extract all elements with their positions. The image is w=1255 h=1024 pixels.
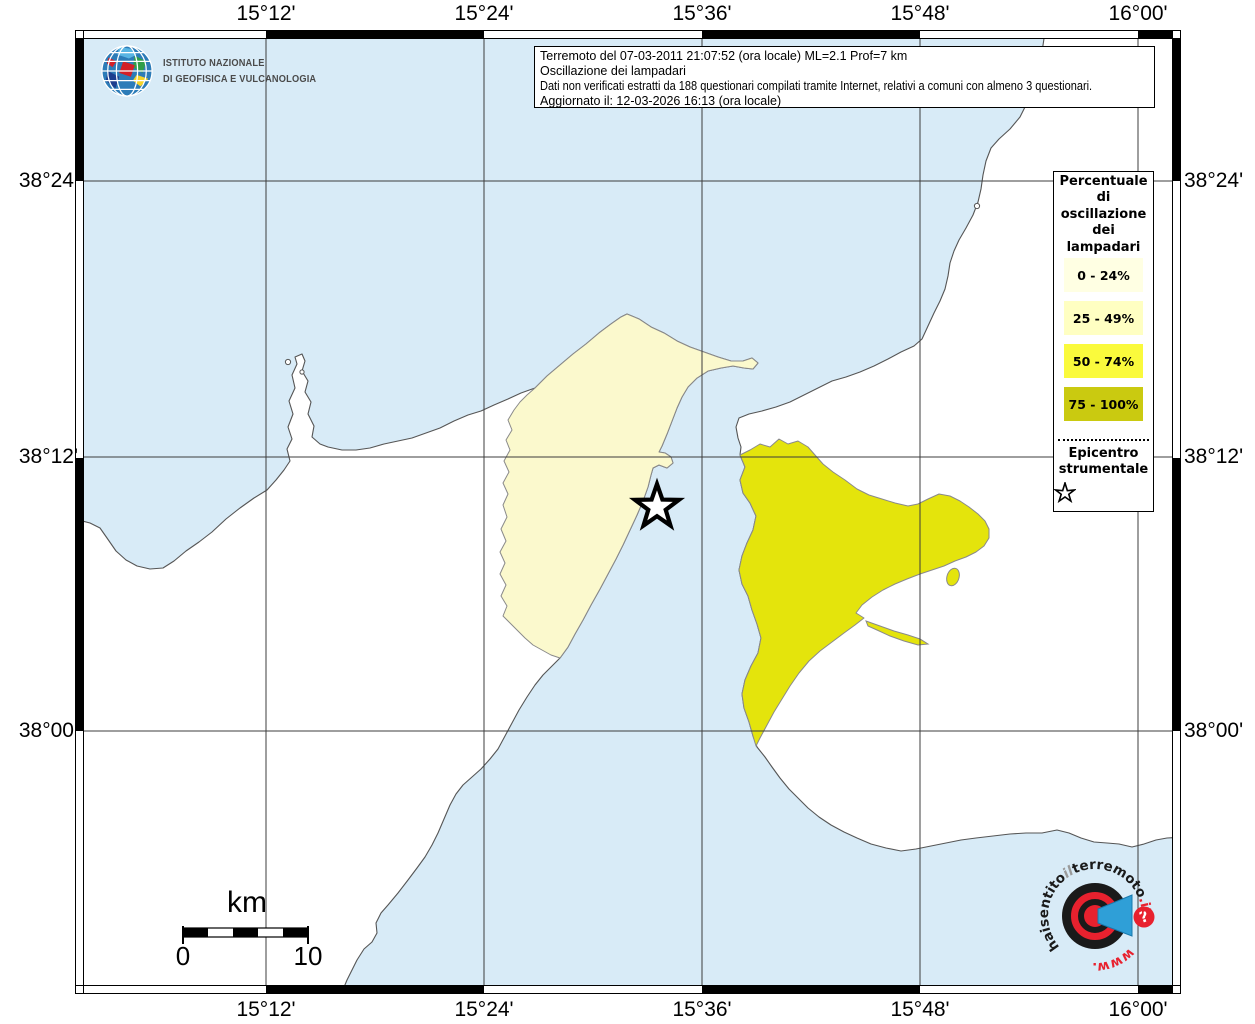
event-info-box: Terremoto del 07-03-2011 21:07:52 (ora l… <box>534 46 1155 108</box>
lat-label-left: 38°24' <box>18 169 78 192</box>
lon-label-bottom: 16°00' <box>1108 998 1168 1021</box>
lat-label-left: 38°12' <box>18 445 78 468</box>
legend-class-label: 25 - 49% <box>1072 310 1135 326</box>
lon-label-bottom: 15°24' <box>454 998 514 1021</box>
legend-star-icon <box>1054 482 1076 504</box>
ingv-globe-icon <box>101 45 153 97</box>
lat-label-right: 38°00' <box>1184 719 1244 742</box>
lon-label-top: 15°12' <box>236 2 296 25</box>
legend-title: Percentuale di oscillazione dei lampadar… <box>1059 174 1148 255</box>
lon-label-bottom: 15°48' <box>890 998 950 1021</box>
lon-label-top: 15°48' <box>890 2 950 25</box>
legend-class-2: 50 - 74% <box>1064 344 1143 379</box>
map-page: ? haisentitoilterremoto.it www. 15°12' 1… <box>0 0 1255 1024</box>
legend-class-label: 0 - 24% <box>1077 267 1130 283</box>
event-title: Terremoto del 07-03-2011 21:07:52 (ora l… <box>540 49 908 63</box>
scalebar-unit: km <box>227 886 267 919</box>
event-effect: Oscillazione dei lampadari <box>540 64 686 78</box>
legend-class-3: 75 - 100% <box>1064 387 1143 422</box>
lon-label-top: 15°36' <box>672 2 732 25</box>
legend-class-0: 0 - 24% <box>1064 258 1143 293</box>
event-updated: Aggiornato il: 12-03-2026 16:13 (ora loc… <box>540 94 782 108</box>
scalebar-end: 10 <box>293 941 323 971</box>
island-icon <box>973 202 981 210</box>
legend-class-label: 50 - 74% <box>1072 353 1135 369</box>
lat-label-right: 38°12' <box>1184 445 1244 468</box>
ingv-logo-text: ISTITUTO NAZIONALE DI GEOFISICA E VULCAN… <box>163 57 317 85</box>
legend-divider <box>1058 439 1149 442</box>
map-canvas: ? haisentitoilterremoto.it www. <box>75 30 1181 994</box>
lat-label-right: 38°24' <box>1184 169 1244 192</box>
scalebar-start: 0 <box>175 941 191 971</box>
lat-label-left: 38°00' <box>18 719 78 742</box>
island-icon <box>284 358 292 366</box>
legend-epicenter-label: Epicentro strumentale <box>1058 446 1149 478</box>
ingv-logo: ISTITUTO NAZIONALE DI GEOFISICA E VULCAN… <box>100 44 337 98</box>
lon-label-bottom: 15°36' <box>672 998 732 1021</box>
legend-class-1: 25 - 49% <box>1064 301 1143 336</box>
lon-label-top: 15°24' <box>454 2 514 25</box>
legend-box: Percentuale di oscillazione dei lampadar… <box>1053 171 1154 512</box>
legend-class-label: 75 - 100% <box>1068 396 1139 412</box>
lon-label-top: 16°00' <box>1108 2 1168 25</box>
event-data-note: Dati non verificati estratti da 188 ques… <box>540 79 1093 93</box>
lon-label-bottom: 15°12' <box>236 998 296 1021</box>
island-icon <box>299 369 305 375</box>
